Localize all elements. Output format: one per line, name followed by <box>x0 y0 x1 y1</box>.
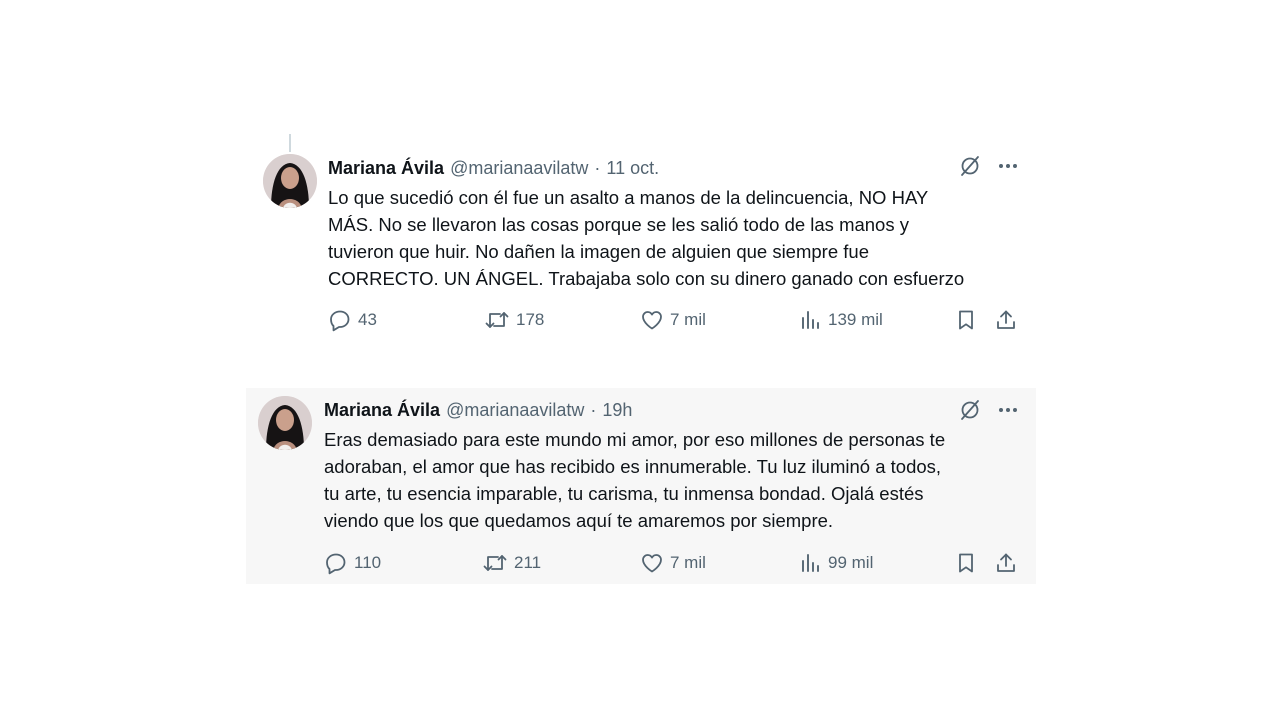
tweet-text: Eras demasiado para este mundo mi amor, … <box>324 429 946 531</box>
tweet-text: Lo que sucedió con él fue un asalto a ma… <box>328 187 965 289</box>
reply-button[interactable]: 43 <box>328 308 377 332</box>
author-handle[interactable]: @marianaavilatw <box>450 158 588 179</box>
author-name[interactable]: Mariana Ávila <box>324 400 440 421</box>
reply-icon <box>330 310 350 332</box>
avatar[interactable] <box>258 396 312 450</box>
tweet[interactable]: Mariana Ávila @marianaavilatw · 19h Eras… <box>246 388 1036 584</box>
retweet-count: 211 <box>514 553 542 572</box>
tweet-header: Mariana Ávila @marianaavilatw · 19h <box>324 398 632 422</box>
author-handle[interactable]: @marianaavilatw <box>446 400 584 421</box>
views-button[interactable]: 139 mil <box>798 308 883 332</box>
share-button[interactable] <box>994 308 1018 332</box>
tweet[interactable]: Mariana Ávila @marianaavilatw · 11 oct. … <box>250 148 1034 348</box>
heart-icon <box>642 311 662 330</box>
tweet-timestamp[interactable]: 11 oct. <box>606 158 659 179</box>
reply-icon <box>326 553 346 575</box>
tweet-top-actions <box>958 398 1020 422</box>
views-button[interactable]: 99 mil <box>798 551 873 575</box>
like-button[interactable]: 7 mil <box>640 308 706 332</box>
retweet-icon <box>485 312 509 328</box>
view-count: 99 mil <box>828 553 874 572</box>
separator-dot: · <box>594 157 601 178</box>
views-icon <box>802 311 819 329</box>
bookmark-button[interactable] <box>954 308 978 332</box>
retweet-count: 178 <box>516 310 545 329</box>
tweet-actions: 43 178 7 mil 139 mil <box>328 308 1018 334</box>
separator-dot: · <box>590 399 597 420</box>
reply-button[interactable]: 110 <box>324 551 381 575</box>
bookmark-button[interactable] <box>954 551 978 575</box>
more-icon[interactable] <box>996 398 1020 422</box>
grok-icon[interactable] <box>958 154 982 178</box>
share-icon <box>997 553 1015 572</box>
share-icon <box>997 310 1015 329</box>
view-count: 139 mil <box>828 310 883 329</box>
reply-count: 110 <box>354 553 382 572</box>
like-count: 7 mil <box>670 310 706 329</box>
heart-icon <box>642 554 662 573</box>
tweet-header: Mariana Ávila @marianaavilatw · 11 oct. <box>328 156 659 180</box>
reply-count: 43 <box>358 310 377 329</box>
more-icon[interactable] <box>996 154 1020 178</box>
like-button[interactable]: 7 mil <box>640 551 706 575</box>
bookmark-icon <box>959 553 973 573</box>
views-icon <box>802 554 819 572</box>
bookmark-icon <box>959 310 973 330</box>
like-count: 7 mil <box>670 553 706 572</box>
tweet-actions: 110 211 7 mil 99 mil <box>324 551 1020 577</box>
share-button[interactable] <box>994 551 1018 575</box>
tweet-timestamp[interactable]: 19h <box>602 400 632 421</box>
author-name[interactable]: Mariana Ávila <box>328 158 444 179</box>
retweet-button[interactable]: 211 <box>482 551 541 575</box>
retweet-button[interactable]: 178 <box>484 308 544 332</box>
grok-icon[interactable] <box>958 398 982 422</box>
retweet-icon <box>483 555 507 571</box>
avatar[interactable] <box>263 154 317 208</box>
tweet-top-actions <box>958 154 1020 178</box>
